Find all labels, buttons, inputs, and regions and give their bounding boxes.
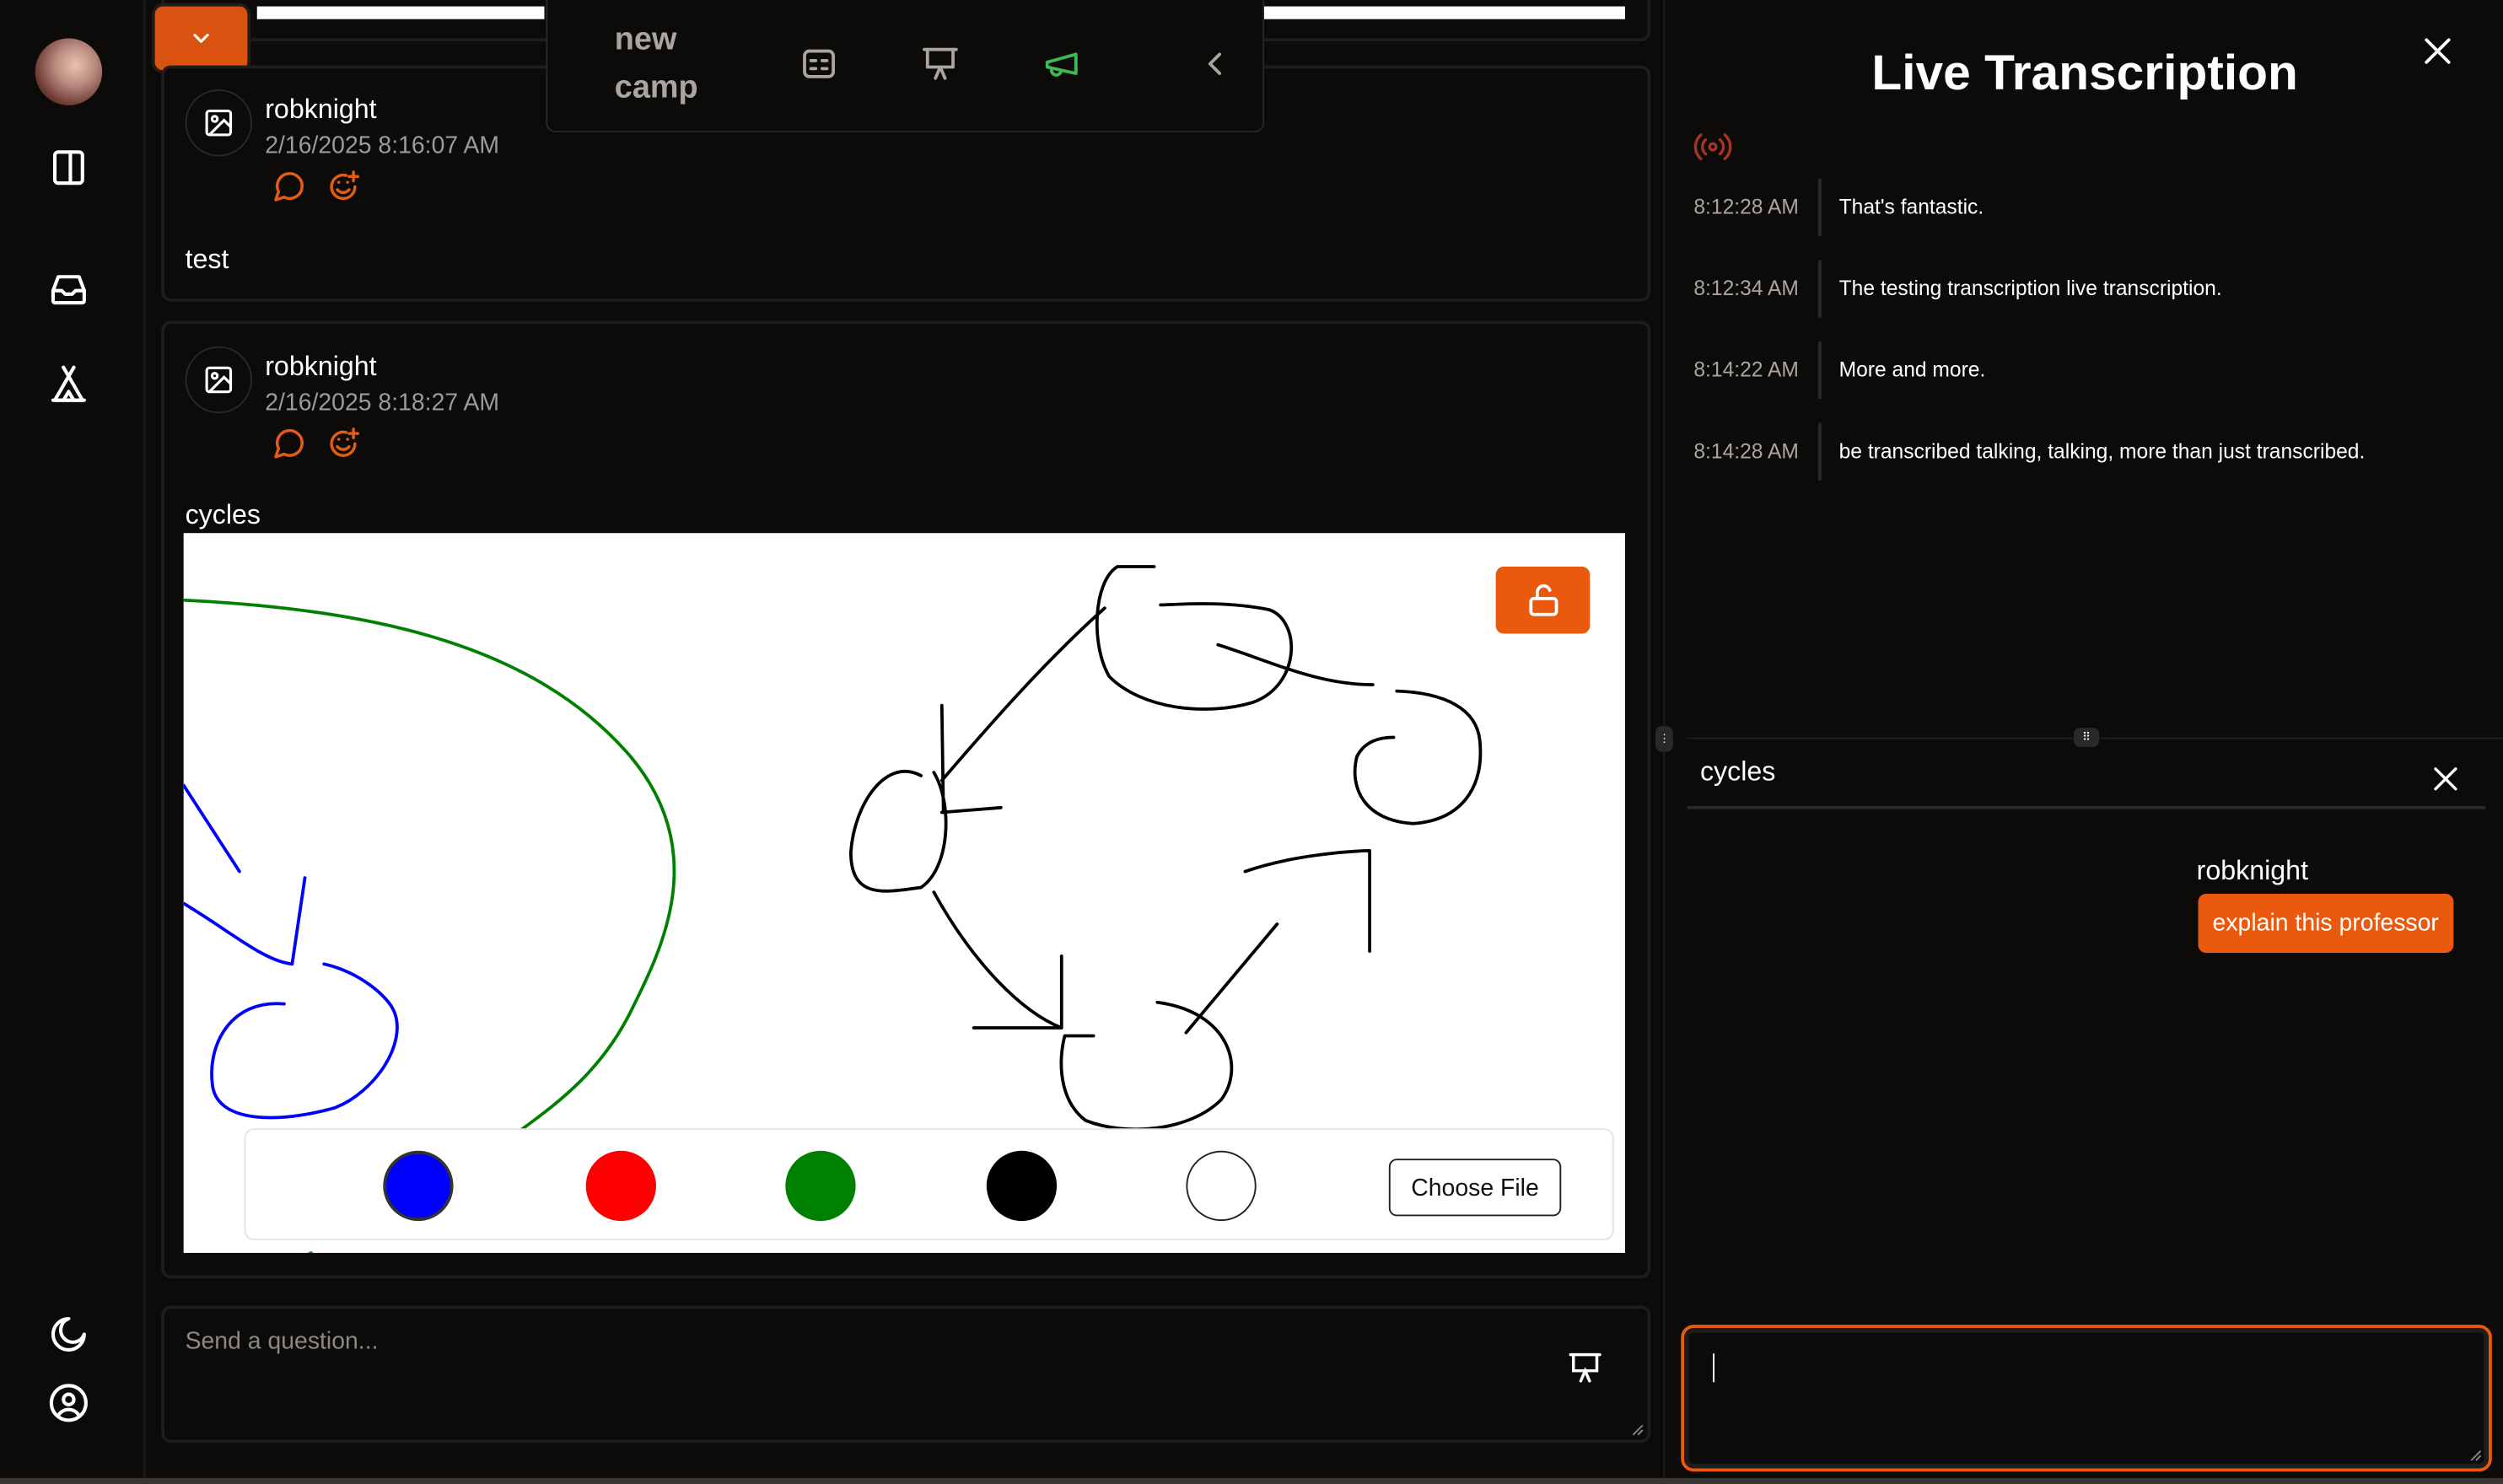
add-reaction-icon[interactable]	[326, 426, 361, 469]
transcript-entry: 8:12:34 AM The testing transcription liv…	[1693, 260, 2491, 318]
horizontal-resize-grip[interactable]: ⠿	[2073, 728, 2100, 747]
image-avatar-icon	[185, 89, 253, 157]
color-swatch-black[interactable]	[986, 1150, 1058, 1222]
whiteboard-canvas[interactable]: Choose File	[183, 533, 1625, 1253]
thread-reply-input[interactable]	[1681, 1325, 2492, 1472]
top-progress-bar	[256, 6, 545, 19]
message-author: robknight	[265, 351, 377, 382]
bottom-edge	[0, 1477, 2503, 1484]
thread-divider	[1687, 805, 2486, 809]
thread-message-bubble: explain this professor	[2198, 894, 2453, 954]
user-circle-icon[interactable]	[48, 1382, 89, 1423]
transcript-text: The testing transcription live transcrip…	[1838, 276, 2222, 300]
message-author: robknight	[265, 94, 377, 125]
reply-icon[interactable]	[272, 169, 307, 212]
reply-icon[interactable]	[272, 426, 307, 469]
panel-title: Live Transcription	[1871, 45, 2298, 101]
add-reaction-icon[interactable]	[326, 169, 361, 212]
transcript-text: That's fantastic.	[1838, 194, 1984, 219]
transcript-time: 8:14:28 AM	[1693, 438, 1799, 463]
camp-toolbar: new camp	[546, 0, 1265, 133]
unlock-button[interactable]	[1495, 566, 1591, 634]
thread-message-author: robknight	[2196, 855, 2309, 886]
transcript-entry: 8:12:28 AM That's fantastic.	[1693, 179, 2491, 237]
presentation-icon[interactable]	[1568, 1350, 1603, 1393]
transcript-entry: 8:14:28 AM be transcribed talking, talki…	[1693, 422, 2491, 481]
choose-file-button[interactable]: Choose File	[1388, 1159, 1562, 1217]
transcript-time: 8:12:28 AM	[1693, 194, 1799, 219]
transcript-separator	[1818, 422, 1822, 481]
message-text: cycles	[185, 499, 261, 530]
message-timestamp: 2/16/2025 8:16:07 AM	[265, 132, 500, 160]
color-swatch-green[interactable]	[785, 1150, 856, 1222]
message-timestamp: 2/16/2025 8:18:27 AM	[265, 389, 500, 417]
blue-stroke	[183, 783, 399, 1120]
transcript-text: be transcribed talking, talking, more th…	[1838, 438, 2366, 463]
color-swatch-red[interactable]	[585, 1150, 656, 1222]
text-caret	[1713, 1353, 1714, 1383]
resize-handle[interactable]	[1632, 1423, 1644, 1436]
avatar[interactable]	[35, 38, 103, 105]
transcript-entry: 8:14:22 AM More and more.	[1693, 341, 2491, 400]
image-avatar-icon	[185, 346, 253, 414]
captions-icon[interactable]	[799, 45, 837, 83]
color-swatch-blue[interactable]	[383, 1150, 454, 1222]
presentation-icon[interactable]	[921, 45, 959, 83]
moon-icon[interactable]	[48, 1314, 89, 1355]
inbox-icon[interactable]	[48, 268, 89, 309]
transcript-time: 8:14:22 AM	[1693, 358, 1799, 382]
color-swatch-white[interactable]	[1186, 1150, 1257, 1222]
message-text: test	[185, 244, 229, 275]
color-palette: Choose File	[244, 1128, 1614, 1240]
transcript-text: More and more.	[1838, 358, 1986, 382]
chevron-down-icon	[193, 34, 209, 43]
resize-handle[interactable]	[2469, 1449, 2482, 1462]
megaphone-icon[interactable]	[1042, 45, 1080, 83]
transcript-time: 8:12:34 AM	[1693, 276, 1799, 300]
black-stroke	[849, 565, 1483, 1132]
transcript-separator	[1818, 341, 1822, 400]
unlock-icon	[1528, 583, 1558, 616]
camp-title: new camp	[614, 22, 698, 105]
panel-icon[interactable]	[48, 147, 89, 188]
transcription-panel: Live Transcription 8:12:28 AM That's fan…	[1655, 0, 2503, 1484]
collapse-toggle-button[interactable]	[154, 6, 248, 71]
vertical-resize-grip[interactable]: ⋮	[1655, 726, 1673, 752]
broadcast-icon	[1693, 131, 1732, 170]
question-placeholder: Send a question...	[185, 1327, 379, 1356]
close-icon[interactable]	[2422, 35, 2454, 75]
app: robknight 2/16/2025 8:16:07 AM test robk…	[0, 0, 2503, 1484]
question-input[interactable]: Send a question...	[161, 1305, 1651, 1444]
chevron-left-icon[interactable]	[1196, 45, 1234, 83]
transcript-separator	[1818, 179, 1822, 237]
top-progress-bar	[1262, 6, 1625, 19]
camp-tent-icon[interactable]	[48, 364, 89, 406]
transcript-separator	[1818, 260, 1822, 318]
close-thread-icon[interactable]	[2431, 765, 2460, 802]
sidebar	[0, 0, 146, 1484]
thread-title: cycles	[1699, 756, 1776, 788]
